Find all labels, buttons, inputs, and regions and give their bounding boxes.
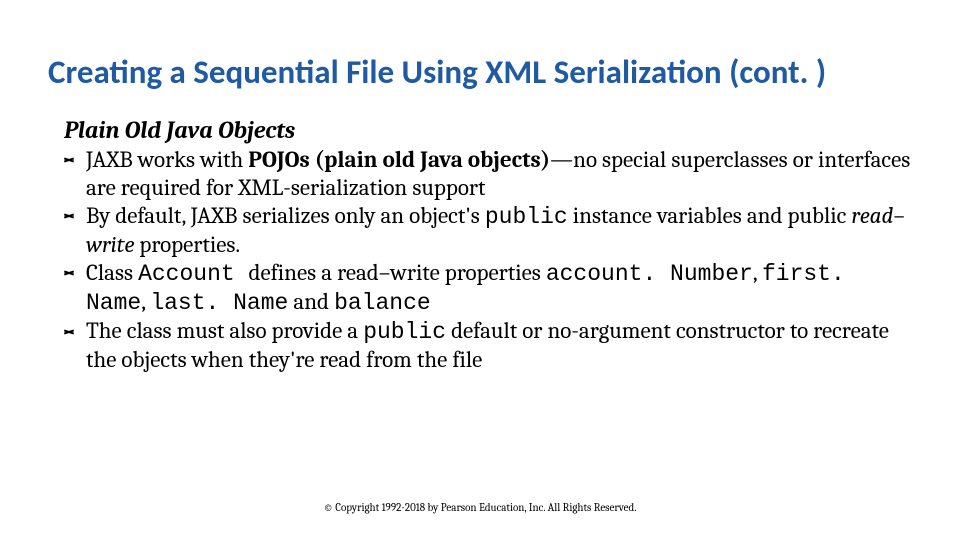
slide-title: Creating a Sequential File Using XML Ser… (48, 54, 912, 92)
text-code: account. Number (546, 261, 753, 287)
text: properties. (134, 231, 240, 258)
text: , (753, 259, 762, 286)
list-item: By default, JAXB serializes only an obje… (64, 202, 912, 259)
text: , (141, 288, 150, 315)
text: and (288, 288, 334, 315)
slide: Creating a Sequential File Using XML Ser… (0, 0, 960, 540)
list-item: Class Account defines a read–write prope… (64, 259, 912, 317)
text: The class must also provide a (86, 317, 363, 344)
text-bold: POJOs (plain old Java objects) (248, 146, 550, 173)
text: Class (86, 259, 138, 286)
text-code: public (363, 319, 446, 345)
text: JAXB works with (86, 146, 248, 173)
list-item: JAXB works with POJOs (plain old Java ob… (64, 146, 912, 202)
text: defines a read–write properties (249, 259, 546, 286)
text-code: Account (138, 261, 248, 287)
text: By default, JAXB serializes only an obje… (86, 202, 485, 229)
list-item: The class must also provide a public def… (64, 317, 912, 374)
text: instance variables and public (568, 202, 852, 229)
slide-subhead: Plain Old Java Objects (64, 116, 912, 144)
text-code: balance (334, 290, 431, 316)
copyright-footer: © Copyright 1992-2018 by Pearson Educati… (0, 501, 960, 514)
text-code: public (485, 204, 568, 230)
text-code: last. Name (150, 290, 288, 316)
bullet-list: JAXB works with POJOs (plain old Java ob… (64, 146, 912, 374)
